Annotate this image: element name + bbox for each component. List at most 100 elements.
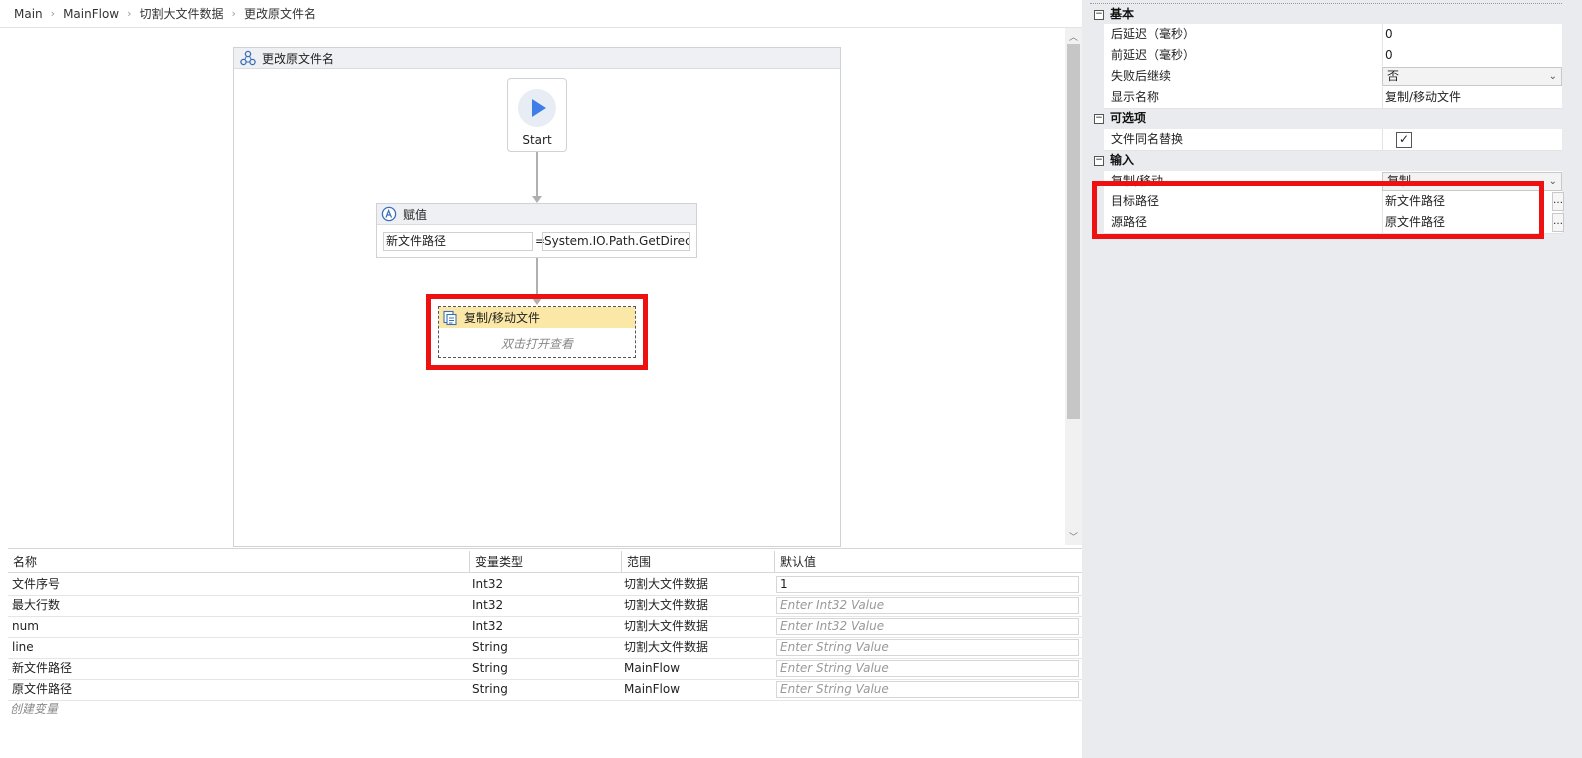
assign-icon: [381, 206, 397, 222]
copy-move-activity[interactable]: 复制/移动文件 双击打开查看: [438, 306, 636, 358]
create-variable-button[interactable]: 创建变量: [10, 700, 58, 717]
column-header-scope[interactable]: 范围: [622, 551, 775, 573]
category-basic[interactable]: − 基本: [1090, 3, 1562, 25]
scroll-up-icon[interactable]: ︿: [1065, 30, 1082, 43]
variable-default-input[interactable]: Enter Int32 Value: [776, 618, 1079, 635]
start-node[interactable]: Start: [507, 78, 567, 152]
variable-type[interactable]: Int32: [470, 574, 622, 595]
prop-name: 失败后继续: [1111, 69, 1172, 83]
variable-default-input[interactable]: Enter String Value: [776, 639, 1079, 656]
prop-row-overwrite[interactable]: 文件同名替换 ✓: [1104, 129, 1562, 151]
connector-arrow-icon: [532, 196, 542, 203]
prop-name: 后延迟（毫秒）: [1111, 27, 1196, 41]
table-row[interactable]: line String 切割大文件数据 Enter String Value: [8, 637, 1082, 659]
chevron-down-icon: ⌄: [1548, 71, 1557, 82]
prop-row-continue-on-fail[interactable]: 失败后继续 否 ⌄: [1104, 66, 1562, 88]
file-copy-icon: [443, 310, 457, 325]
ellipsis-button[interactable]: …: [1552, 213, 1564, 232]
overwrite-checkbox[interactable]: ✓: [1396, 132, 1412, 148]
category-label: 输入: [1110, 153, 1135, 167]
start-label: Start: [522, 133, 552, 147]
breadcrumb-item-main[interactable]: Main: [14, 7, 43, 21]
variable-scope[interactable]: 切割大文件数据: [622, 574, 774, 595]
category-optional[interactable]: − 可选项: [1090, 108, 1562, 129]
variable-name[interactable]: 最大行数: [10, 595, 470, 616]
select-value: 否: [1387, 69, 1400, 83]
category-input[interactable]: − 输入: [1090, 150, 1562, 171]
chevron-right-icon: ›: [127, 7, 132, 20]
variable-name[interactable]: 原文件路径: [10, 679, 470, 700]
variable-default-input[interactable]: 1: [776, 576, 1079, 593]
variable-scope[interactable]: MainFlow: [622, 658, 774, 679]
variable-default-input[interactable]: Enter String Value: [776, 660, 1079, 677]
prop-name: 前延迟（毫秒）: [1111, 48, 1196, 62]
variable-default-input[interactable]: Enter Int32 Value: [776, 597, 1079, 614]
variable-name[interactable]: num: [10, 616, 470, 637]
play-icon: [532, 99, 546, 117]
table-row[interactable]: 最大行数 Int32 切割大文件数据 Enter Int32 Value: [8, 595, 1082, 617]
variable-scope[interactable]: 切割大文件数据: [622, 637, 774, 658]
breadcrumb-item-split[interactable]: 切割大文件数据: [140, 5, 224, 22]
highlight-box-paths: [1092, 181, 1544, 239]
assign-title: 赋值: [403, 207, 428, 222]
prop-row-before-delay[interactable]: 前延迟（毫秒） 0: [1104, 45, 1562, 67]
sequence-title: 更改原文件名: [262, 51, 335, 66]
scrollbar-thumb[interactable]: [1067, 44, 1080, 419]
sequence-header[interactable]: 更改原文件名: [234, 48, 840, 69]
collapse-icon[interactable]: −: [1094, 155, 1104, 166]
chevron-right-icon: ›: [50, 7, 56, 20]
variables-header-row: 名称 变量类型 范围 默认值: [8, 551, 1082, 573]
variable-type[interactable]: String: [470, 637, 622, 658]
ellipsis-button[interactable]: …: [1552, 192, 1564, 211]
variable-name[interactable]: 新文件路径: [10, 658, 470, 679]
variable-scope[interactable]: MainFlow: [622, 679, 774, 700]
prop-name: 文件同名替换: [1111, 132, 1184, 146]
variables-panel: 名称 变量类型 范围 默认值 文件序号 Int32 切割大文件数据 1 最大行数 Int3…: [8, 548, 1082, 758]
chevron-down-icon: ⌄: [1548, 176, 1557, 187]
assign-value-input[interactable]: System.IO.Path.GetDirecto: [542, 232, 690, 251]
breadcrumb-item-rename[interactable]: 更改原文件名: [244, 5, 316, 22]
scroll-down-icon[interactable]: ﹀: [1065, 530, 1082, 543]
column-header-name[interactable]: 名称: [8, 551, 470, 573]
connector-line: [536, 258, 538, 298]
assign-target-input[interactable]: 新文件路径: [383, 232, 533, 251]
prop-row-after-delay[interactable]: 后延迟（毫秒） 0: [1104, 24, 1562, 46]
table-row[interactable]: 原文件路径 String MainFlow Enter String Value: [8, 679, 1082, 701]
connector-line: [536, 152, 538, 196]
category-label: 基本: [1110, 7, 1135, 21]
table-row[interactable]: num Int32 切割大文件数据 Enter Int32 Value: [8, 616, 1082, 638]
variable-type[interactable]: String: [470, 679, 622, 700]
variable-name[interactable]: line: [10, 637, 470, 658]
panel-splitter[interactable]: [1082, 0, 1090, 758]
properties-panel: − 基本 后延迟（毫秒） 0 前延迟（毫秒） 0 失败后继续 否 ⌄ 显示名称 复…: [1090, 0, 1582, 758]
copy-move-header[interactable]: 复制/移动文件: [439, 307, 635, 328]
copy-move-title: 复制/移动文件: [464, 311, 541, 325]
variable-type[interactable]: Int32: [470, 616, 622, 637]
assign-activity[interactable]: 赋值 新文件路径 = System.IO.Path.GetDirecto: [376, 203, 697, 258]
table-row[interactable]: 文件序号 Int32 切割大文件数据 1: [8, 574, 1082, 596]
table-row[interactable]: 新文件路径 String MainFlow Enter String Value: [8, 658, 1082, 680]
variable-type[interactable]: Int32: [470, 595, 622, 616]
column-header-default[interactable]: 默认值: [775, 551, 1082, 573]
variable-default-input[interactable]: Enter String Value: [776, 681, 1079, 698]
before-delay-input[interactable]: 0: [1382, 45, 1562, 66]
assign-header[interactable]: 赋值: [377, 204, 696, 225]
column-header-type[interactable]: 变量类型: [470, 551, 622, 573]
variable-type[interactable]: String: [470, 658, 622, 679]
variable-scope[interactable]: 切割大文件数据: [622, 616, 774, 637]
prop-name: 显示名称: [1111, 90, 1160, 104]
variable-scope[interactable]: 切割大文件数据: [622, 595, 774, 616]
breadcrumb: Main › MainFlow › 切割大文件数据 › 更改原文件名: [0, 0, 1086, 28]
variable-name[interactable]: 文件序号: [10, 574, 470, 595]
display-name-input[interactable]: 复制/移动文件: [1382, 87, 1562, 108]
breadcrumb-item-mainflow[interactable]: MainFlow: [63, 7, 119, 21]
start-circle: [518, 89, 556, 127]
collapse-icon[interactable]: −: [1094, 113, 1104, 124]
continue-on-fail-select[interactable]: 否 ⌄: [1382, 67, 1562, 86]
collapse-icon[interactable]: −: [1094, 9, 1104, 20]
after-delay-input[interactable]: 0: [1382, 24, 1562, 45]
open-hint: 双击打开查看: [500, 337, 573, 351]
chevron-right-icon: ›: [231, 7, 236, 20]
prop-row-display-name[interactable]: 显示名称 复制/移动文件: [1104, 87, 1562, 109]
sequence-icon: [240, 50, 256, 66]
